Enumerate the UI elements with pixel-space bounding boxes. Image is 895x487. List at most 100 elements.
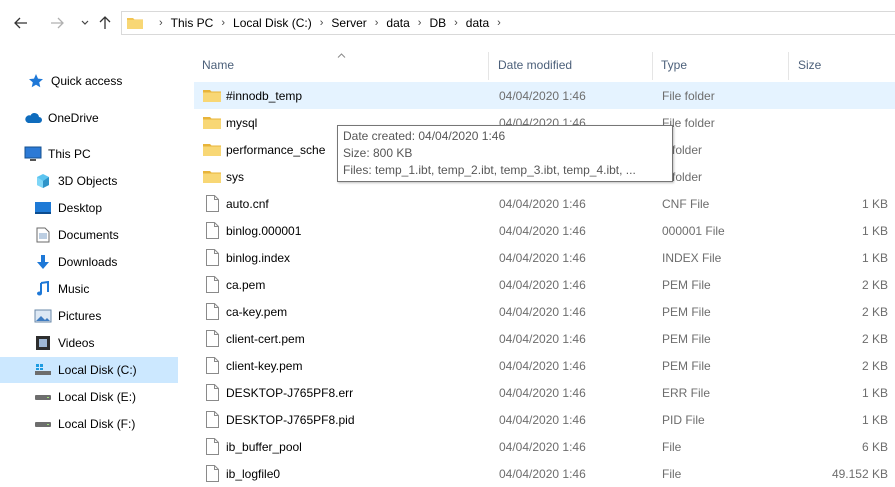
file-name: binlog.000001 xyxy=(226,223,302,238)
navigation-bar: › This PC › Local Disk (C:) › Server › data › DB ›… xyxy=(0,0,895,46)
sidebar-item[interactable]: Pictures xyxy=(0,303,186,329)
file-icon xyxy=(205,411,219,428)
sidebar-item-label: Downloads xyxy=(58,255,118,269)
forward-button[interactable] xyxy=(48,14,66,32)
file-name: mysql xyxy=(226,115,258,130)
file-row[interactable]: ca.pem 04/04/2020 1:46 PEM File 2 KB xyxy=(194,271,895,298)
breadcrumb-item[interactable]: DB xyxy=(429,16,446,30)
file-date-modified: 04/04/2020 1:46 xyxy=(499,250,586,265)
file-name: client-cert.pem xyxy=(226,331,305,346)
file-row[interactable]: binlog.index 04/04/2020 1:46 INDEX File 1 K… xyxy=(194,244,895,271)
column-header-name[interactable]: Name xyxy=(202,52,234,78)
back-button[interactable] xyxy=(12,14,30,32)
sidebar-item[interactable]: Local Disk (C:) xyxy=(0,357,178,383)
windows-drive-icon xyxy=(34,361,52,379)
sidebar-item[interactable]: Downloads xyxy=(0,249,186,275)
sidebar-item[interactable]: Documents xyxy=(0,222,186,248)
recent-locations-button[interactable] xyxy=(76,14,94,32)
file-name: ib_buffer_pool xyxy=(226,439,302,454)
file-type: PEM File xyxy=(662,304,711,319)
file-row-icon xyxy=(202,460,222,487)
breadcrumb-separator-chevron-icon[interactable]: › xyxy=(454,17,458,29)
file-name: ib_logfile0 xyxy=(226,466,281,481)
sidebar-item[interactable]: Videos xyxy=(0,330,186,356)
file-row[interactable]: client-key.pem 04/04/2020 1:46 PEM File 2 K… xyxy=(194,352,895,379)
sidebar-item[interactable]: 3D Objects xyxy=(0,168,186,194)
breadcrumb-item[interactable]: This PC xyxy=(171,16,214,30)
file-row-icon xyxy=(202,406,222,433)
file-date-modified: 04/04/2020 1:46 xyxy=(499,223,586,238)
column-header-size[interactable]: Size xyxy=(798,52,821,78)
breadcrumb-item[interactable]: Local Disk (C:) xyxy=(233,16,312,30)
file-row[interactable]: ib_buffer_pool 04/04/2020 1:46 File 6 KB xyxy=(194,433,895,460)
file-size: 2 KB xyxy=(861,277,888,292)
navigation-pane: Quick access OneDrive This PC 3D Objects Des… xyxy=(0,60,186,441)
arrow-right-icon xyxy=(51,17,64,29)
sidebar-item-label: Music xyxy=(58,282,90,296)
file-date-modified: 04/04/2020 1:46 xyxy=(499,358,586,373)
address-bar[interactable]: › This PC › Local Disk (C:) › Server › data › DB ›… xyxy=(121,11,895,35)
sidebar-item[interactable]: This PC xyxy=(0,141,186,167)
file-date-modified: 04/04/2020 1:46 xyxy=(499,385,586,400)
file-date-modified: 04/04/2020 1:46 xyxy=(499,277,586,292)
sidebar-item[interactable]: Music xyxy=(0,276,186,302)
file-type: PEM File xyxy=(662,331,711,346)
column-divider[interactable] xyxy=(652,52,653,80)
file-row[interactable]: binlog.000001 04/04/2020 1:46 000001 File 1… xyxy=(194,217,895,244)
file-size: 1 KB xyxy=(861,196,888,211)
file-row-icon xyxy=(202,379,222,406)
breadcrumb-separator-chevron-icon[interactable]: › xyxy=(375,17,379,29)
column-header-date-modified[interactable]: Date modified xyxy=(498,52,572,78)
sidebar-item-label: Local Disk (C:) xyxy=(58,363,137,377)
file-row[interactable]: auto.cnf 04/04/2020 1:46 CNF File 1 KB xyxy=(194,190,895,217)
file-name: ca.pem xyxy=(226,277,266,292)
file-date-modified: 04/04/2020 1:46 xyxy=(499,331,586,346)
file-size: 1 KB xyxy=(861,223,888,238)
up-button[interactable] xyxy=(96,14,114,32)
file-type: INDEX File xyxy=(662,250,722,265)
column-divider[interactable] xyxy=(788,52,789,80)
column-divider[interactable] xyxy=(488,52,489,80)
breadcrumb-separator-chevron-icon[interactable]: › xyxy=(159,17,163,29)
breadcrumb-separator-chevron-icon[interactable]: › xyxy=(221,17,225,29)
file-name: auto.cnf xyxy=(226,196,269,211)
file-row-icon xyxy=(202,190,222,217)
file-icon xyxy=(205,330,219,347)
arrow-up-icon xyxy=(99,16,111,29)
sidebar-item[interactable]: Desktop xyxy=(0,195,186,221)
music-note-icon xyxy=(34,280,52,298)
sidebar-item-label: Pictures xyxy=(58,309,102,323)
file-row[interactable]: DESKTOP-J765PF8.pid 04/04/2020 1:46 PID Fi… xyxy=(194,406,895,433)
sidebar-item[interactable]: Local Disk (E:) xyxy=(0,384,186,410)
file-name: DESKTOP-J765PF8.err xyxy=(226,385,354,400)
download-icon xyxy=(34,253,52,271)
breadcrumb-separator-chevron-icon[interactable]: › xyxy=(320,17,324,29)
sidebar-item-label: This PC xyxy=(48,147,91,161)
file-size: 1 KB xyxy=(861,412,888,427)
breadcrumb-item[interactable]: data xyxy=(466,16,489,30)
breadcrumb-item[interactable]: data xyxy=(386,16,409,30)
sidebar-item[interactable]: OneDrive xyxy=(0,105,186,131)
file-row-icon xyxy=(202,433,222,460)
file-date-modified: 04/04/2020 1:46 xyxy=(499,196,586,211)
file-row-icon xyxy=(202,136,222,163)
desktop-icon xyxy=(34,199,52,217)
sidebar-item[interactable]: Local Disk (F:) xyxy=(0,411,186,437)
file-row[interactable]: ca-key.pem 04/04/2020 1:46 PEM File 2 KB xyxy=(194,298,895,325)
drive-icon xyxy=(34,415,52,433)
file-row[interactable]: client-cert.pem 04/04/2020 1:46 PEM File 2 … xyxy=(194,325,895,352)
breadcrumb-item[interactable]: Server xyxy=(331,16,366,30)
file-name: ca-key.pem xyxy=(226,304,288,319)
file-type: PEM File xyxy=(662,277,711,292)
sidebar-item-label: Videos xyxy=(58,336,95,350)
file-row[interactable]: ib_logfile0 04/04/2020 1:46 File 49.152 KB xyxy=(194,460,895,487)
file-row[interactable]: DESKTOP-J765PF8.err 04/04/2020 1:46 ERR Fi… xyxy=(194,379,895,406)
sidebar-item[interactable]: Quick access xyxy=(0,68,186,94)
file-size: 6 KB xyxy=(861,439,888,454)
column-header-type[interactable]: Type xyxy=(661,52,687,78)
breadcrumb-separator-chevron-icon[interactable]: › xyxy=(418,17,422,29)
breadcrumb-separator-chevron-icon[interactable]: › xyxy=(497,17,501,29)
file-row[interactable]: #innodb_temp 04/04/2020 1:46 File folder xyxy=(194,82,895,109)
pictures-icon xyxy=(34,307,52,325)
document-icon xyxy=(34,226,52,244)
